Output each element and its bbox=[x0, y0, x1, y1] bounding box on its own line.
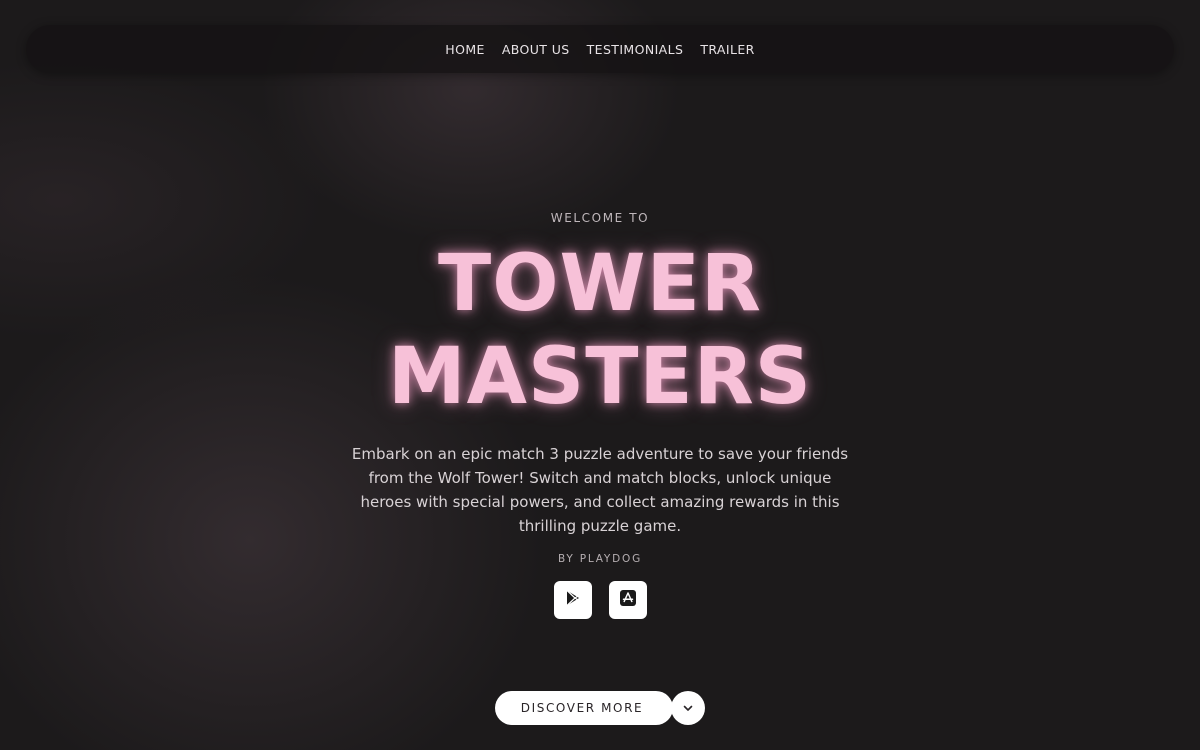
app-store-icon bbox=[619, 589, 637, 611]
chevron-down-icon bbox=[682, 699, 694, 718]
discover-more-control: DISCOVER MORE bbox=[495, 691, 705, 725]
game-title-line-2: MASTERS bbox=[388, 332, 812, 422]
discover-more-button[interactable]: DISCOVER MORE bbox=[495, 691, 673, 725]
page-background: HOME ABOUT US TESTIMONIALS TRAILER WELCO… bbox=[0, 0, 1200, 750]
game-title-line-1: TOWER bbox=[438, 239, 762, 329]
game-title: TOWER MASTERS bbox=[0, 238, 1200, 424]
google-play-button[interactable] bbox=[553, 581, 592, 619]
welcome-eyebrow: WELCOME TO bbox=[550, 211, 650, 225]
hero-section: WELCOME TO TOWER MASTERS Embark on an ep… bbox=[0, 0, 1200, 750]
google-play-icon bbox=[563, 588, 583, 612]
game-description: Embark on an epic match 3 puzzle adventu… bbox=[351, 445, 849, 535]
app-store-button[interactable] bbox=[608, 581, 647, 619]
scroll-down-button[interactable] bbox=[671, 691, 705, 725]
store-buttons bbox=[0, 581, 1200, 619]
publisher-byline: BY PLAYDOG bbox=[557, 553, 643, 565]
